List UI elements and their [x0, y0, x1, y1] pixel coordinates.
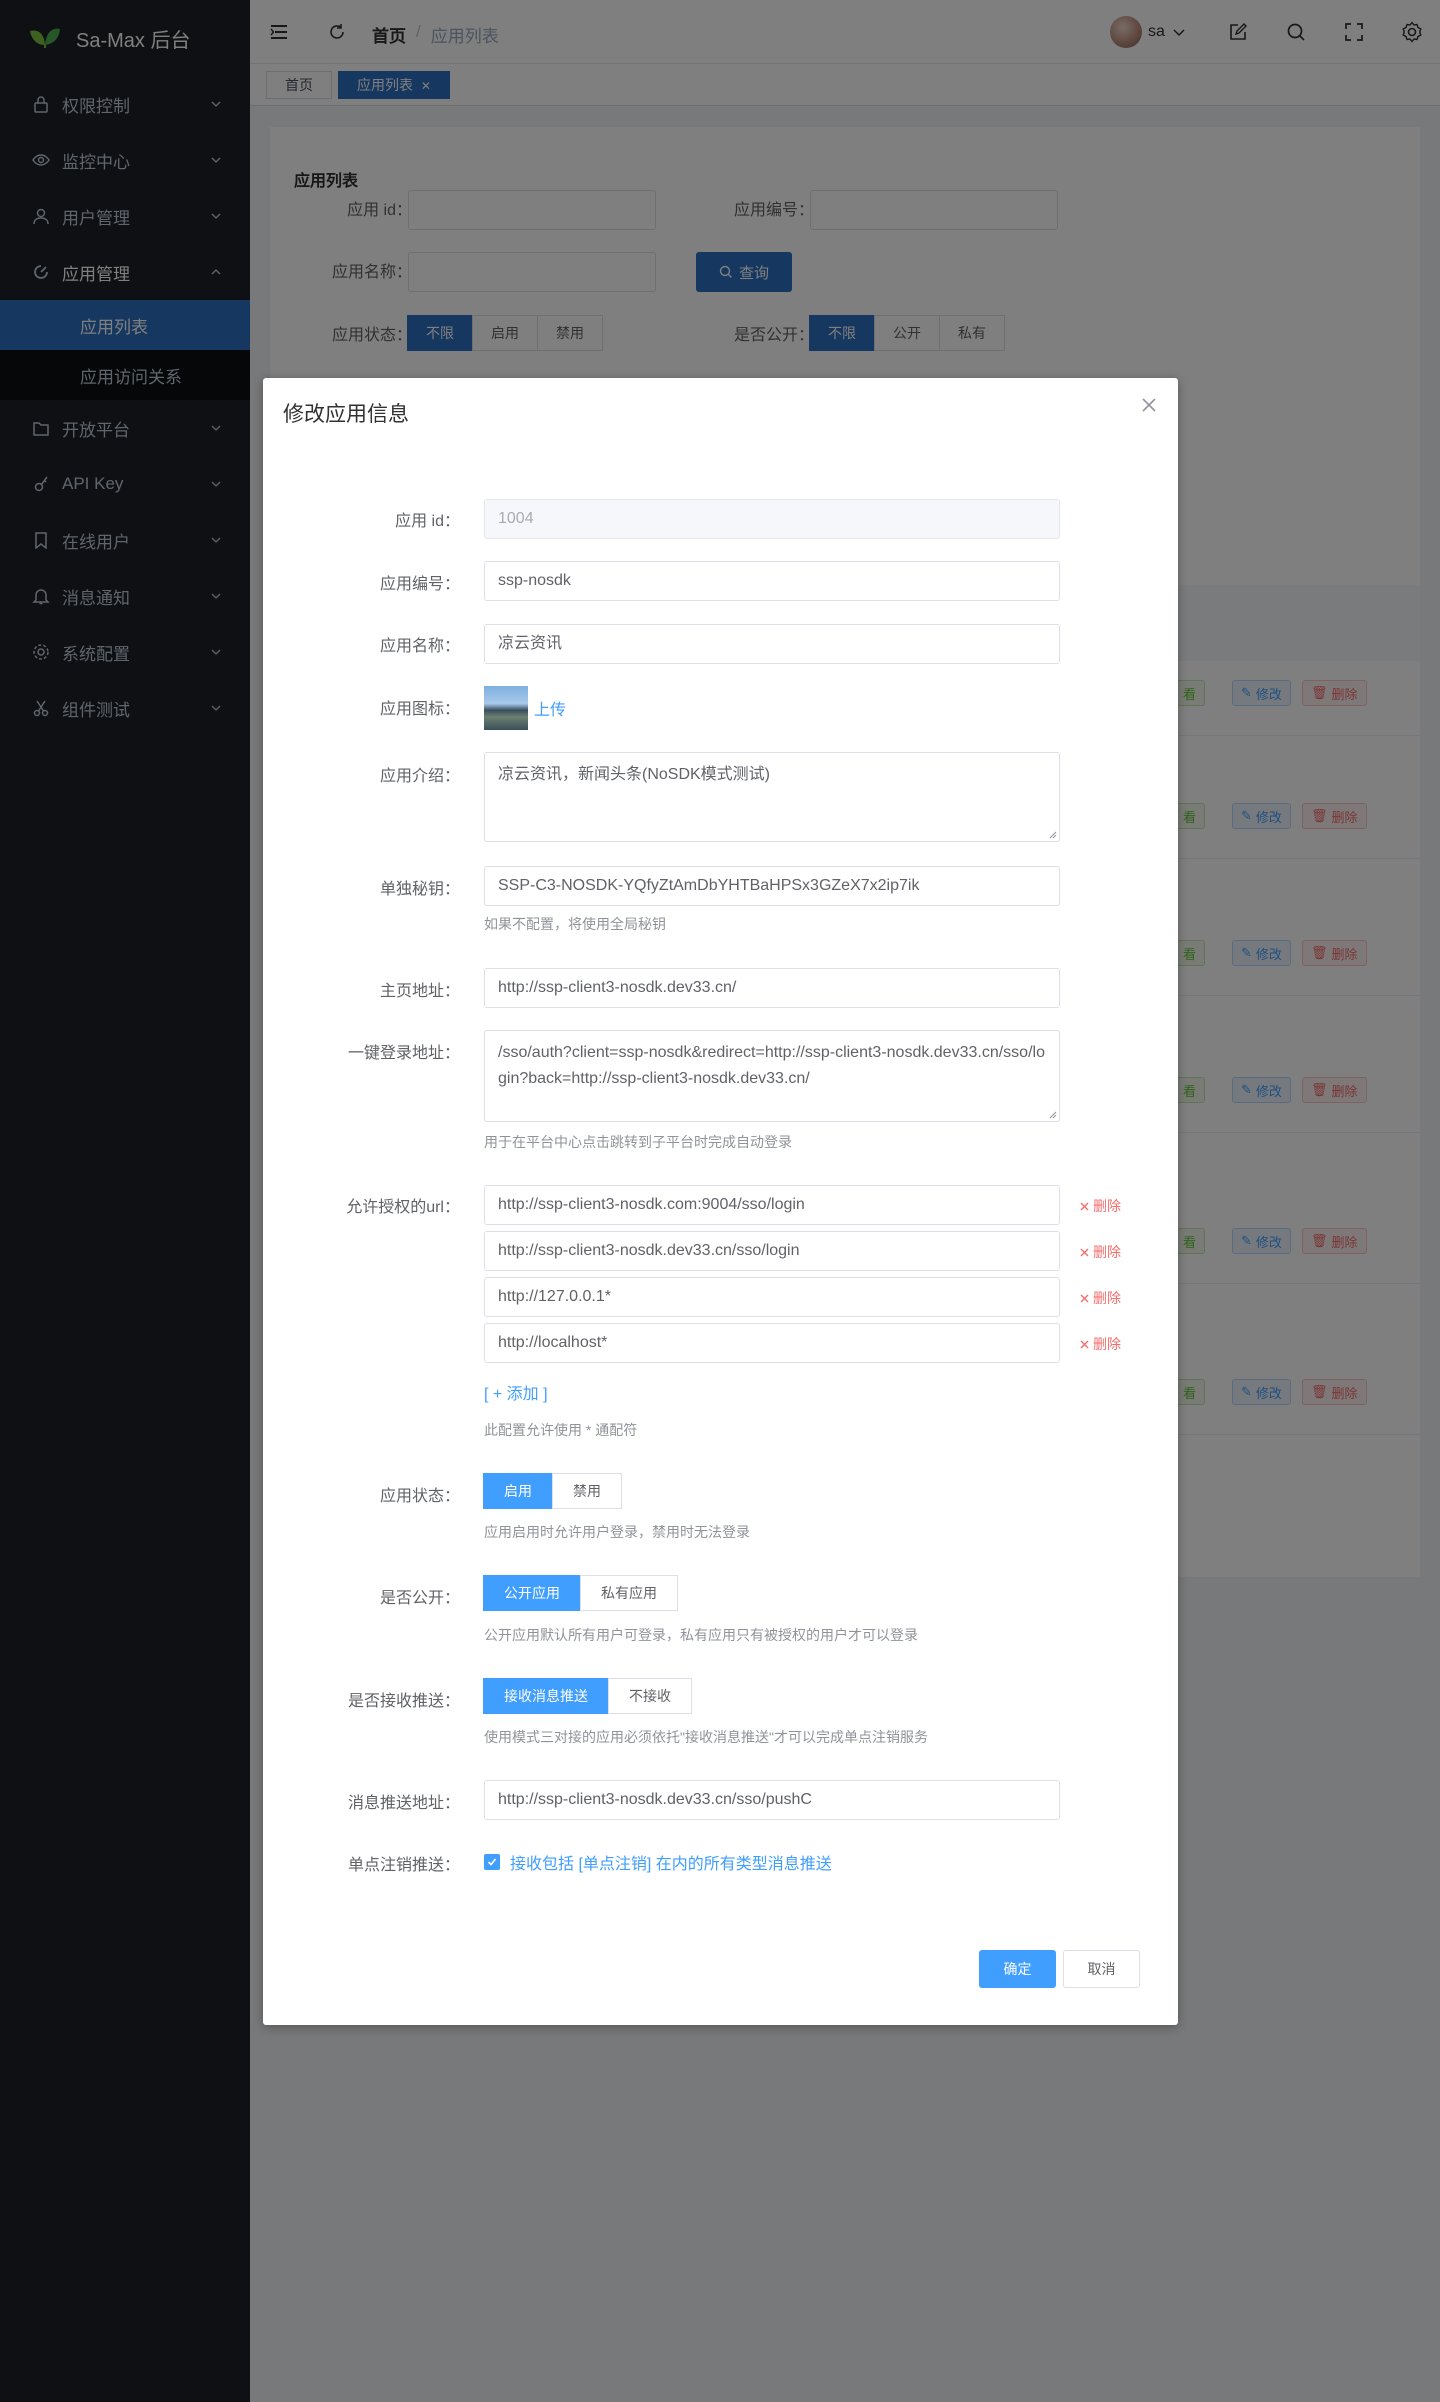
app-name-input[interactable]: 凉云资讯 — [484, 624, 1060, 664]
app-code-label: 应用编号： — [379, 576, 460, 593]
app-intro-textarea[interactable]: 凉云资讯，新闻头条(NoSDK模式测试) — [484, 752, 1060, 842]
login-url-textarea[interactable]: /sso/auth?client=ssp-nosdk&redirect=http… — [484, 1030, 1060, 1122]
home-url-label: 主页地址： — [379, 983, 460, 1000]
close-icon[interactable] — [1140, 396, 1158, 414]
close-icon — [1080, 1294, 1089, 1302]
close-icon — [1080, 1202, 1089, 1210]
close-icon — [1080, 1248, 1089, 1256]
status-label: 应用状态： — [379, 1488, 460, 1505]
home-url-input[interactable]: http://ssp-client3-nosdk.dev33.cn/ — [484, 968, 1060, 1008]
public-radio-group: 公开应用 私有应用 — [483, 1575, 678, 1611]
segPublic-option[interactable]: 公开应用 — [483, 1575, 581, 1611]
add-url-link[interactable]: [ + 添加 ] — [484, 1380, 548, 1404]
app-icon-label: 应用图标： — [379, 701, 460, 718]
edit-app-dialog: 修改应用信息 应用 id： 1004 应用编号： ssp-nosdk 应用名称：… — [263, 378, 1178, 2025]
delete-url-link[interactable]: 删除 — [1080, 1334, 1121, 1354]
app-name-label: 应用名称： — [379, 638, 460, 655]
app-intro-label: 应用介绍： — [379, 768, 460, 785]
public-hint: 公开应用默认所有用户可登录，私有应用只有被授权的用户才可以登录 — [484, 1627, 918, 1643]
secret-label: 单独秘钥： — [379, 881, 460, 898]
logout-push-checkbox-label: 接收包括 [单点注销] 在内的所有类型消息推送 — [510, 1856, 832, 1873]
logout-push-label: 单点注销推送： — [347, 1857, 460, 1874]
delete-url-label: 删除 — [1093, 1198, 1121, 1214]
delete-url-label: 删除 — [1093, 1336, 1121, 1352]
delete-url-link[interactable]: 删除 — [1080, 1288, 1121, 1308]
upload-link[interactable]: 上传 — [534, 696, 566, 720]
close-icon — [1080, 1340, 1089, 1348]
dialog-title: 修改应用信息 — [283, 403, 409, 426]
login-url-label: 一键登录地址： — [347, 1045, 460, 1062]
receive-push-label: 是否接收推送： — [347, 1693, 460, 1710]
app-id-input: 1004 — [484, 499, 1060, 539]
receive-push-hint: 使用模式三对接的应用必须依托"接收消息推送"才可以完成单点注销服务 — [484, 1729, 928, 1745]
secret-input[interactable]: SSP-C3-NOSDK-YQfyZtAmDbYHTBaHPSx3GZeX7x2… — [484, 866, 1060, 906]
cancel-button[interactable]: 取消 — [1063, 1950, 1140, 1988]
app-id-label: 应用 id： — [395, 513, 460, 530]
checkbox-box — [484, 1854, 500, 1870]
allow-url-input[interactable]: http://ssp-client3-nosdk.dev33.cn/sso/lo… — [484, 1231, 1060, 1271]
resize-grip-icon[interactable] — [1049, 1111, 1057, 1119]
delete-url-label: 删除 — [1093, 1244, 1121, 1260]
app-code-input[interactable]: ssp-nosdk — [484, 561, 1060, 601]
segPush-option[interactable]: 接收消息推送 — [483, 1678, 609, 1714]
segPublic-option[interactable]: 私有应用 — [580, 1575, 678, 1611]
segStatus-option[interactable]: 禁用 — [552, 1473, 622, 1509]
logout-push-checkbox[interactable]: 接收包括 [单点注销] 在内的所有类型消息推送 — [484, 1850, 832, 1874]
secret-hint: 如果不配置，将使用全局秘钥 — [484, 916, 666, 932]
public-label: 是否公开： — [379, 1590, 460, 1607]
app-icon-image — [484, 686, 528, 730]
login-url-text: /sso/auth?client=ssp-nosdk&redirect=http… — [498, 1044, 1045, 1087]
allow-url-input[interactable]: http://localhost* — [484, 1323, 1060, 1363]
receive-push-radio-group: 接收消息推送 不接收 — [483, 1678, 692, 1714]
confirm-button[interactable]: 确定 — [979, 1950, 1056, 1988]
allow-url-input[interactable]: http://127.0.0.1* — [484, 1277, 1060, 1317]
status-radio-group: 启用 禁用 — [483, 1473, 622, 1509]
segPush-option[interactable]: 不接收 — [608, 1678, 692, 1714]
allow-url-hint: 此配置允许使用 * 通配符 — [484, 1422, 638, 1438]
status-hint: 应用启用时允许用户登录，禁用时无法登录 — [484, 1524, 750, 1540]
app-intro-text: 凉云资讯，新闻头条(NoSDK模式测试) — [498, 766, 771, 783]
allow-url-input[interactable]: http://ssp-client3-nosdk.com:9004/sso/lo… — [484, 1185, 1060, 1225]
segStatus-option[interactable]: 启用 — [483, 1473, 553, 1509]
delete-url-link[interactable]: 删除 — [1080, 1196, 1121, 1216]
resize-grip-icon[interactable] — [1049, 831, 1057, 839]
push-url-label: 消息推送地址： — [347, 1795, 460, 1812]
delete-url-link[interactable]: 删除 — [1080, 1242, 1121, 1262]
check-icon — [487, 1858, 497, 1866]
login-url-hint: 用于在平台中心点击跳转到子平台时完成自动登录 — [484, 1134, 792, 1150]
push-url-input[interactable]: http://ssp-client3-nosdk.dev33.cn/sso/pu… — [484, 1780, 1060, 1820]
delete-url-label: 删除 — [1093, 1290, 1121, 1306]
allow-url-label: 允许授权的url： — [346, 1199, 460, 1216]
